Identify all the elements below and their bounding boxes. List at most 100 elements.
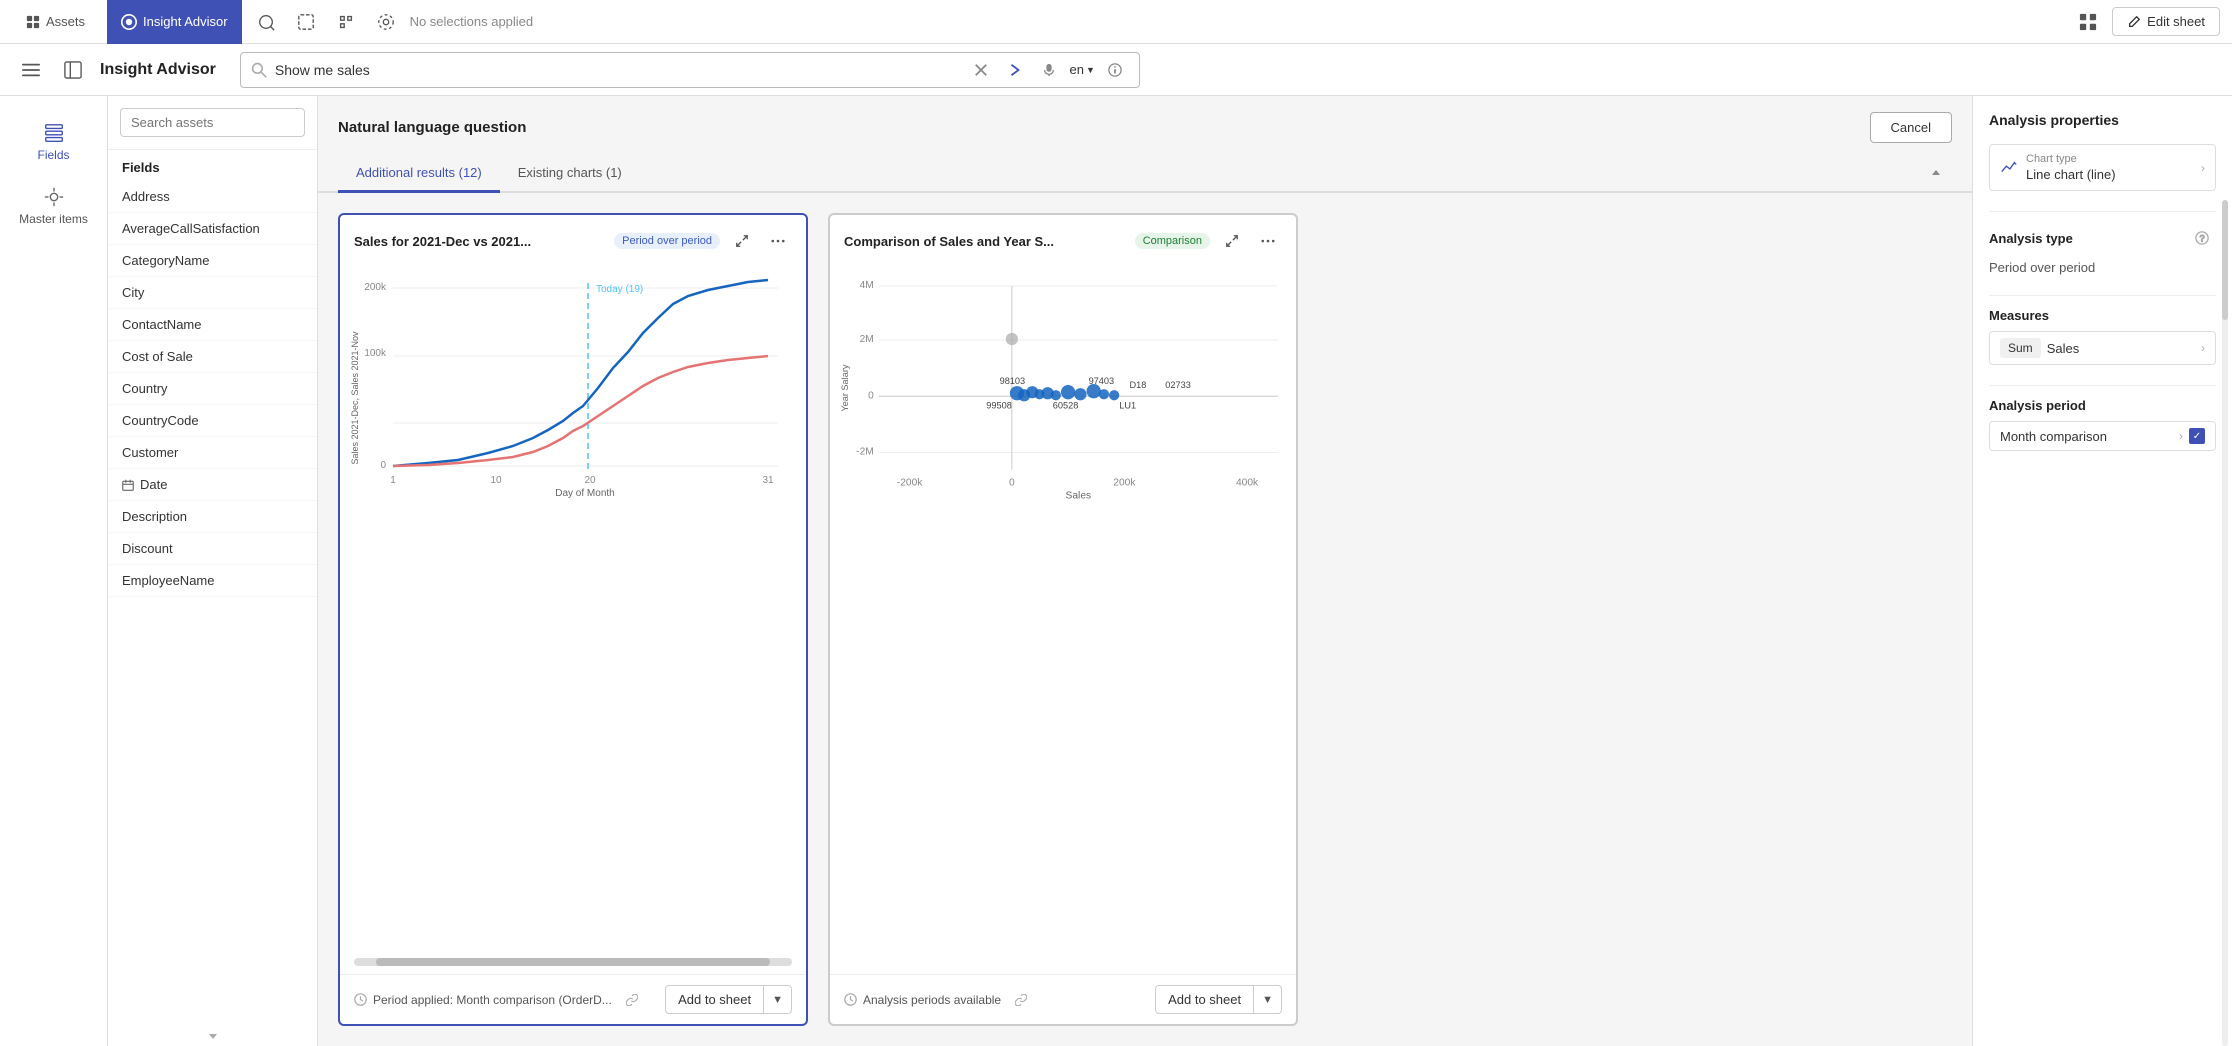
chart-1-link-button[interactable] bbox=[618, 986, 646, 1014]
assets-tab[interactable]: Assets bbox=[12, 0, 99, 44]
svg-text:Year Salary: Year Salary bbox=[840, 364, 850, 412]
page-title: Insight Advisor bbox=[100, 61, 216, 79]
fields-search-area bbox=[108, 96, 317, 150]
collapse-button[interactable] bbox=[1924, 161, 1948, 185]
clear-search-button[interactable] bbox=[967, 56, 995, 84]
search-bar: en ▼ bbox=[240, 52, 1140, 88]
submit-search-button[interactable] bbox=[1001, 56, 1029, 84]
svg-text:Today (19): Today (19) bbox=[596, 284, 643, 295]
fields-search-input[interactable] bbox=[120, 108, 305, 137]
chart-1-more-button[interactable] bbox=[764, 227, 792, 255]
field-name: ContactName bbox=[122, 317, 201, 332]
tabs-row: Additional results (12) Existing charts … bbox=[318, 155, 1972, 193]
field-item-costofsale[interactable]: Cost of Sale bbox=[108, 341, 317, 373]
cancel-button[interactable]: Cancel bbox=[1870, 112, 1952, 143]
field-item-employeename[interactable]: EmployeeName bbox=[108, 565, 317, 597]
right-panel-scrollbar[interactable] bbox=[2222, 200, 2228, 1046]
field-item-address[interactable]: Address bbox=[108, 181, 317, 213]
analysis-period-row[interactable]: Month comparison › bbox=[1989, 421, 2216, 451]
svg-text:10: 10 bbox=[490, 475, 502, 486]
chart-1-footer-left: Period applied: Month comparison (OrderD… bbox=[354, 986, 665, 1014]
field-item-description[interactable]: Description bbox=[108, 501, 317, 533]
nlq-header: Natural language question Cancel bbox=[318, 96, 1972, 155]
field-item-city[interactable]: City bbox=[108, 277, 317, 309]
chart-2-link-button[interactable] bbox=[1007, 986, 1035, 1014]
tab-existing-charts[interactable]: Existing charts (1) bbox=[500, 155, 640, 193]
chart-1-add-to-sheet-button[interactable]: Add to sheet ▼ bbox=[665, 985, 792, 1014]
chart-1-dropdown-arrow[interactable]: ▼ bbox=[764, 988, 791, 1012]
chart-type-row[interactable]: Chart type Line chart (line) › bbox=[1989, 144, 2216, 191]
field-item-date[interactable]: Date bbox=[108, 469, 317, 501]
chart-2-add-to-sheet-button[interactable]: Add to sheet ▼ bbox=[1155, 985, 1282, 1014]
calendar-icon bbox=[122, 479, 134, 491]
help-icon: ? bbox=[2195, 231, 2209, 245]
svg-text:31: 31 bbox=[762, 475, 774, 486]
field-name: Cost of Sale bbox=[122, 349, 193, 364]
microphone-button[interactable] bbox=[1035, 56, 1063, 84]
options-icon bbox=[377, 13, 395, 31]
svg-text:97403: 97403 bbox=[1089, 376, 1115, 386]
expand-icon bbox=[735, 234, 749, 248]
sidebar-item-master-items[interactable]: Master items bbox=[9, 176, 99, 236]
analysis-properties-title: Analysis properties bbox=[1989, 112, 2216, 128]
svg-text:200k: 200k bbox=[364, 282, 387, 293]
analysis-type-help-button[interactable]: ? bbox=[2188, 224, 2216, 252]
info-button[interactable] bbox=[1101, 56, 1129, 84]
field-item-categoryname[interactable]: CategoryName bbox=[108, 245, 317, 277]
lasso-icon-btn[interactable] bbox=[250, 6, 282, 38]
lasso-icon bbox=[257, 13, 275, 31]
nlq-title: Natural language question bbox=[338, 119, 526, 136]
svg-text:1: 1 bbox=[390, 475, 396, 486]
chart-2-svg: 4M 2M 0 -2M Year Salary bbox=[838, 263, 1288, 503]
chart-1-scrollbar[interactable] bbox=[354, 958, 792, 966]
svg-text:2M: 2M bbox=[860, 334, 874, 345]
measures-row[interactable]: Sum Sales › bbox=[1989, 331, 2216, 365]
field-name: Country bbox=[122, 381, 168, 396]
selection-icon-btn[interactable] bbox=[330, 6, 362, 38]
more-icon bbox=[1261, 234, 1275, 248]
field-item-country[interactable]: Country bbox=[108, 373, 317, 405]
chart-2-title: Comparison of Sales and Year S... bbox=[844, 234, 1127, 249]
field-item-countrycode[interactable]: CountryCode bbox=[108, 405, 317, 437]
content-area: Natural language question Cancel Additio… bbox=[318, 96, 1972, 1046]
sidebar-item-fields[interactable]: Fields bbox=[9, 112, 99, 172]
close-icon bbox=[974, 63, 988, 77]
chart-2-add-label: Add to sheet bbox=[1156, 986, 1254, 1013]
measures-chevron: › bbox=[2201, 341, 2205, 355]
tab-additional-results[interactable]: Additional results (12) bbox=[338, 155, 500, 193]
info-icon bbox=[1108, 63, 1122, 77]
measure-sum-tag: Sum bbox=[2000, 338, 2041, 358]
charts-grid: Sales for 2021-Dec vs 2021... Period ove… bbox=[318, 193, 1972, 1046]
panel-icon bbox=[64, 61, 82, 79]
sidebar-toggle-button[interactable] bbox=[16, 55, 46, 85]
field-name: EmployeeName bbox=[122, 573, 215, 588]
panel-toggle-button[interactable] bbox=[58, 55, 88, 85]
svg-text:200k: 200k bbox=[1113, 477, 1136, 488]
chart-2-dropdown-arrow[interactable]: ▼ bbox=[1254, 988, 1281, 1012]
edit-sheet-button[interactable]: Edit sheet bbox=[2112, 7, 2220, 36]
field-item-customer[interactable]: Customer bbox=[108, 437, 317, 469]
chart-1-svg: 200k 100k 0 Sales 2021-Dec, Sales 2021-N… bbox=[348, 263, 798, 503]
chart-2-expand-button[interactable] bbox=[1218, 227, 1246, 255]
field-name: AverageCallSatisfaction bbox=[122, 221, 260, 236]
chart-1-body: 200k 100k 0 Sales 2021-Dec, Sales 2021-N… bbox=[340, 263, 806, 954]
chart-2-more-button[interactable] bbox=[1254, 227, 1282, 255]
chart-2-badge: Comparison bbox=[1135, 233, 1210, 249]
chart-card-2: Comparison of Sales and Year S... Compar… bbox=[828, 213, 1298, 1026]
field-item-contactname[interactable]: ContactName bbox=[108, 309, 317, 341]
grid-icon bbox=[2079, 13, 2097, 31]
grid-icon-btn[interactable] bbox=[2072, 6, 2104, 38]
period-chevron: › bbox=[2179, 429, 2183, 443]
field-item-discount[interactable]: Discount bbox=[108, 533, 317, 565]
chart-1-expand-button[interactable] bbox=[728, 227, 756, 255]
field-item-averagecall[interactable]: AverageCallSatisfaction bbox=[108, 213, 317, 245]
insight-advisor-tab[interactable]: Insight Advisor bbox=[107, 0, 242, 44]
options-icon-btn[interactable] bbox=[370, 6, 402, 38]
main-layout: Fields Master items Fields Address Avera… bbox=[0, 96, 2232, 1046]
chart-1-footer: Period applied: Month comparison (OrderD… bbox=[340, 974, 806, 1024]
rect-select-icon-btn[interactable] bbox=[290, 6, 322, 38]
period-checkbox[interactable] bbox=[2189, 428, 2205, 444]
edit-sheet-label: Edit sheet bbox=[2147, 14, 2205, 29]
language-select[interactable]: en ▼ bbox=[1069, 62, 1094, 77]
search-input[interactable] bbox=[275, 62, 960, 78]
